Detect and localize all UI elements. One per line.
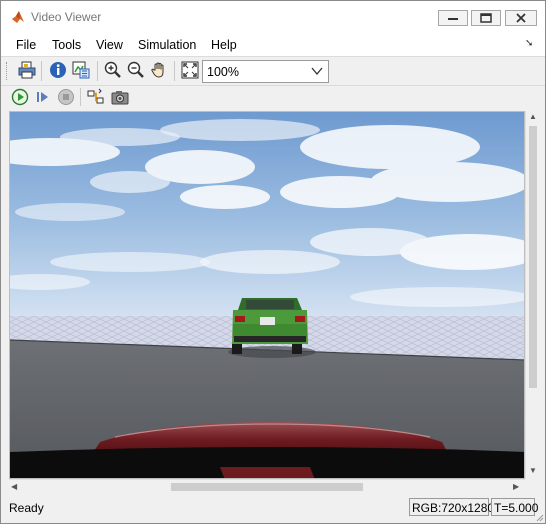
- scroll-left-arrow-icon[interactable]: ◀: [11, 482, 17, 491]
- maximize-button[interactable]: [471, 10, 501, 26]
- status-bar: Ready RGB:720x1280 T=5.000: [1, 495, 545, 523]
- status-text: Ready: [9, 501, 44, 515]
- toolbar-separator: [41, 61, 42, 81]
- undock-arrow-icon[interactable]: ➘: [525, 38, 533, 49]
- menu-bar: File Tools View Simulation Help ➘: [1, 33, 545, 57]
- highlight-signal-icon[interactable]: [87, 88, 105, 106]
- zoom-level-value: 100%: [207, 65, 239, 79]
- zoom-level-dropdown[interactable]: 100%: [202, 60, 329, 83]
- scroll-down-arrow-icon[interactable]: ▼: [529, 466, 537, 475]
- stop-icon[interactable]: [57, 88, 75, 106]
- video-viewer-window: Video Viewer File Tools View Simulation …: [0, 0, 546, 524]
- menu-help[interactable]: Help: [211, 38, 237, 52]
- info-icon[interactable]: [49, 61, 67, 79]
- vertical-scrollbar[interactable]: ▲ ▼: [525, 111, 539, 479]
- close-button[interactable]: [505, 10, 537, 26]
- scroll-up-arrow-icon[interactable]: ▲: [529, 112, 537, 121]
- menu-tools[interactable]: Tools: [52, 38, 81, 52]
- toolbar-simulation: [1, 86, 545, 109]
- chevron-down-icon[interactable]: [311, 64, 323, 81]
- matlab-logo-icon: [11, 10, 25, 24]
- status-format: RGB:720x1280: [409, 498, 494, 516]
- toolbar-grip: [6, 62, 9, 80]
- status-time: T=5.000: [491, 498, 538, 516]
- step-forward-icon[interactable]: [34, 88, 52, 106]
- toolbar-separator: [80, 88, 81, 106]
- resize-grip-icon[interactable]: [534, 511, 544, 522]
- run-icon[interactable]: [11, 88, 29, 106]
- pan-hand-icon[interactable]: [150, 61, 168, 79]
- menu-simulation[interactable]: Simulation: [138, 38, 196, 52]
- horizontal-scrollbar[interactable]: ◀ ▶: [9, 479, 525, 493]
- title-bar: Video Viewer: [1, 1, 545, 33]
- print-icon[interactable]: [18, 61, 36, 79]
- fit-to-window-icon[interactable]: [181, 61, 199, 79]
- pixel-region-icon[interactable]: [72, 61, 90, 79]
- window-title: Video Viewer: [31, 10, 102, 24]
- toolbar-separator: [174, 61, 175, 81]
- minimize-button[interactable]: [438, 10, 468, 26]
- vertical-scroll-thumb[interactable]: [529, 126, 537, 388]
- scroll-right-arrow-icon[interactable]: ▶: [513, 482, 519, 491]
- zoom-out-icon[interactable]: [127, 61, 145, 79]
- video-frame[interactable]: [9, 111, 525, 479]
- menu-file[interactable]: File: [16, 38, 36, 52]
- menu-view[interactable]: View: [96, 38, 123, 52]
- horizontal-scroll-thumb[interactable]: [171, 483, 363, 491]
- toolbar-separator: [97, 61, 98, 81]
- snapshot-icon[interactable]: [111, 88, 129, 106]
- zoom-in-icon[interactable]: [104, 61, 122, 79]
